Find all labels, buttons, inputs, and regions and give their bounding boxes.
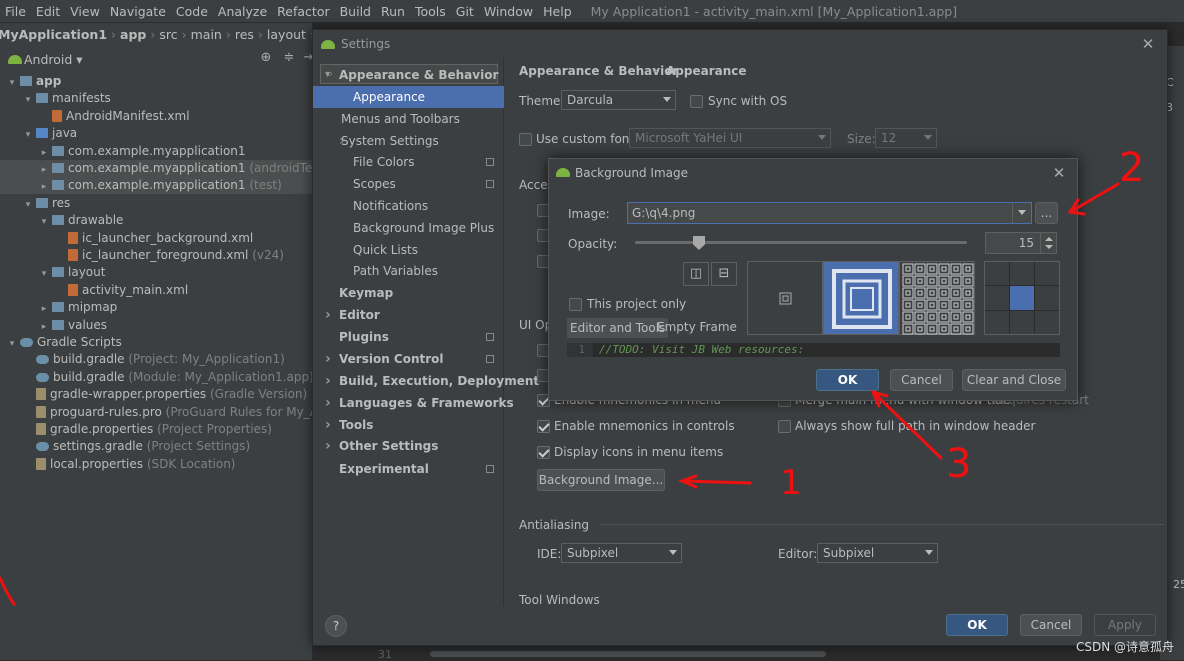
- annotation-arrow-2: [1070, 182, 1120, 213]
- annotation-number-1: 1: [780, 463, 802, 503]
- annotation-arrow-1: [682, 479, 752, 485]
- annotation-arrow-3: [873, 392, 943, 460]
- annotation-layer: [0, 182, 1120, 606]
- watermark: CSDN @诗意孤舟: [1075, 640, 1174, 654]
- annotation-number-2: 2: [1119, 145, 1145, 191]
- annotation-number-3: 3: [946, 441, 972, 487]
- annotation-stroke-left: [0, 576, 16, 606]
